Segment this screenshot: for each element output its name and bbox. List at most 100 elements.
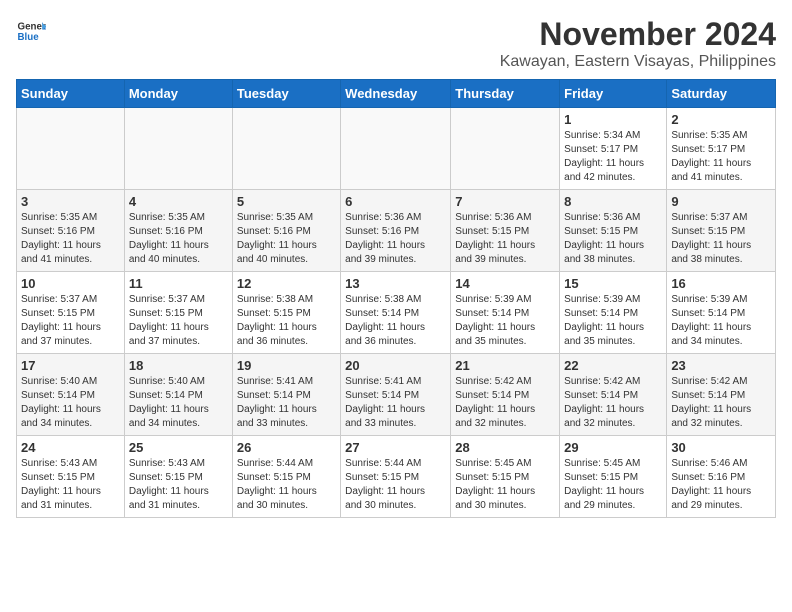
day-number: 17 bbox=[21, 358, 120, 373]
calendar-week-row: 3 Sunrise: 5:35 AM Sunset: 5:16 PM Daylig… bbox=[17, 190, 776, 272]
page-header: General Blue November 2024 Kawayan, East… bbox=[16, 16, 776, 71]
day-info: Sunrise: 5:37 AM Sunset: 5:15 PM Dayligh… bbox=[21, 293, 120, 349]
day-number: 5 bbox=[237, 194, 336, 209]
location-title: Kawayan, Eastern Visayas, Philippines bbox=[500, 53, 776, 71]
logo-icon: General Blue bbox=[16, 16, 46, 46]
calendar-table: SundayMondayTuesdayWednesdayThursdayFrid… bbox=[16, 79, 776, 518]
day-cell: 29 Sunrise: 5:45 AM Sunset: 5:15 PM Dayli… bbox=[560, 436, 667, 518]
day-info: Sunrise: 5:36 AM Sunset: 5:15 PM Dayligh… bbox=[455, 211, 555, 267]
column-header-saturday: Saturday bbox=[667, 80, 776, 108]
empty-cell bbox=[124, 108, 232, 190]
day-cell: 20Sunrise: 5:41 AM Sunset: 5:14 PM Dayli… bbox=[341, 354, 451, 436]
day-cell: 30Sunrise: 5:46 AM Sunset: 5:16 PM Dayli… bbox=[667, 436, 776, 518]
column-header-sunday: Sunday bbox=[17, 80, 125, 108]
day-cell: 10 Sunrise: 5:37 AM Sunset: 5:15 PM Dayli… bbox=[17, 272, 125, 354]
day-number: 21 bbox=[455, 358, 555, 373]
day-cell: 3 Sunrise: 5:35 AM Sunset: 5:16 PM Daylig… bbox=[17, 190, 125, 272]
day-number: 27 bbox=[345, 440, 446, 455]
day-info: Sunrise: 5:37 AM Sunset: 5:15 PM Dayligh… bbox=[129, 293, 228, 349]
day-cell: 28 Sunrise: 5:45 AM Sunset: 5:15 PM Dayli… bbox=[451, 436, 560, 518]
day-number: 12 bbox=[237, 276, 336, 291]
day-info: Sunrise: 5:35 AM Sunset: 5:16 PM Dayligh… bbox=[129, 211, 228, 267]
day-info: Sunrise: 5:37 AM Sunset: 5:15 PM Dayligh… bbox=[671, 211, 771, 267]
day-cell: 6 Sunrise: 5:36 AM Sunset: 5:16 PM Daylig… bbox=[341, 190, 451, 272]
day-info: Sunrise: 5:40 AM Sunset: 5:14 PM Dayligh… bbox=[21, 375, 120, 431]
day-number: 25 bbox=[129, 440, 228, 455]
day-number: 3 bbox=[21, 194, 120, 209]
day-info: Sunrise: 5:45 AM Sunset: 5:15 PM Dayligh… bbox=[455, 457, 555, 513]
day-info: Sunrise: 5:35 AM Sunset: 5:16 PM Dayligh… bbox=[21, 211, 120, 267]
day-info: Sunrise: 5:46 AM Sunset: 5:16 PM Dayligh… bbox=[671, 457, 771, 513]
day-number: 9 bbox=[671, 194, 771, 209]
day-cell: 15 Sunrise: 5:39 AM Sunset: 5:14 PM Dayli… bbox=[560, 272, 667, 354]
day-info: Sunrise: 5:39 AM Sunset: 5:14 PM Dayligh… bbox=[564, 293, 662, 349]
day-cell: 16 Sunrise: 5:39 AM Sunset: 5:14 PM Dayli… bbox=[667, 272, 776, 354]
day-number: 8 bbox=[564, 194, 662, 209]
calendar-week-row: 17 Sunrise: 5:40 AM Sunset: 5:14 PM Dayli… bbox=[17, 354, 776, 436]
day-info: Sunrise: 5:42 AM Sunset: 5:14 PM Dayligh… bbox=[671, 375, 771, 431]
calendar-week-row: 24 Sunrise: 5:43 AM Sunset: 5:15 PM Dayli… bbox=[17, 436, 776, 518]
day-cell: 25 Sunrise: 5:43 AM Sunset: 5:15 PM Dayli… bbox=[124, 436, 232, 518]
column-header-tuesday: Tuesday bbox=[232, 80, 340, 108]
day-cell: 7 Sunrise: 5:36 AM Sunset: 5:15 PM Daylig… bbox=[451, 190, 560, 272]
day-info: Sunrise: 5:35 AM Sunset: 5:16 PM Dayligh… bbox=[237, 211, 336, 267]
day-number: 28 bbox=[455, 440, 555, 455]
day-cell: 23 Sunrise: 5:42 AM Sunset: 5:14 PM Dayli… bbox=[667, 354, 776, 436]
day-cell: 4 Sunrise: 5:35 AM Sunset: 5:16 PM Daylig… bbox=[124, 190, 232, 272]
column-header-thursday: Thursday bbox=[451, 80, 560, 108]
day-cell: 12 Sunrise: 5:38 AM Sunset: 5:15 PM Dayli… bbox=[232, 272, 340, 354]
day-cell: 9 Sunrise: 5:37 AM Sunset: 5:15 PM Daylig… bbox=[667, 190, 776, 272]
logo: General Blue bbox=[16, 16, 46, 46]
day-info: Sunrise: 5:44 AM Sunset: 5:15 PM Dayligh… bbox=[237, 457, 336, 513]
day-cell: 27Sunrise: 5:44 AM Sunset: 5:15 PM Dayli… bbox=[341, 436, 451, 518]
day-info: Sunrise: 5:39 AM Sunset: 5:14 PM Dayligh… bbox=[455, 293, 555, 349]
day-number: 29 bbox=[564, 440, 662, 455]
day-info: Sunrise: 5:38 AM Sunset: 5:15 PM Dayligh… bbox=[237, 293, 336, 349]
day-cell: 11Sunrise: 5:37 AM Sunset: 5:15 PM Dayli… bbox=[124, 272, 232, 354]
day-cell: 1Sunrise: 5:34 AM Sunset: 5:17 PM Daylig… bbox=[560, 108, 667, 190]
day-number: 7 bbox=[455, 194, 555, 209]
day-cell: 21 Sunrise: 5:42 AM Sunset: 5:14 PM Dayli… bbox=[451, 354, 560, 436]
empty-cell bbox=[451, 108, 560, 190]
svg-text:General: General bbox=[18, 22, 47, 33]
day-cell: 2 Sunrise: 5:35 AM Sunset: 5:17 PM Daylig… bbox=[667, 108, 776, 190]
day-number: 4 bbox=[129, 194, 228, 209]
day-info: Sunrise: 5:39 AM Sunset: 5:14 PM Dayligh… bbox=[671, 293, 771, 349]
day-number: 19 bbox=[237, 358, 336, 373]
day-number: 10 bbox=[21, 276, 120, 291]
day-cell: 13 Sunrise: 5:38 AM Sunset: 5:14 PM Dayli… bbox=[341, 272, 451, 354]
month-title: November 2024 bbox=[500, 16, 776, 53]
calendar-week-row: 1Sunrise: 5:34 AM Sunset: 5:17 PM Daylig… bbox=[17, 108, 776, 190]
day-cell: 18 Sunrise: 5:40 AM Sunset: 5:14 PM Dayli… bbox=[124, 354, 232, 436]
column-header-friday: Friday bbox=[560, 80, 667, 108]
day-number: 6 bbox=[345, 194, 446, 209]
day-number: 13 bbox=[345, 276, 446, 291]
day-info: Sunrise: 5:35 AM Sunset: 5:17 PM Dayligh… bbox=[671, 129, 771, 185]
calendar-week-row: 10 Sunrise: 5:37 AM Sunset: 5:15 PM Dayli… bbox=[17, 272, 776, 354]
day-number: 18 bbox=[129, 358, 228, 373]
day-info: Sunrise: 5:36 AM Sunset: 5:15 PM Dayligh… bbox=[564, 211, 662, 267]
day-info: Sunrise: 5:42 AM Sunset: 5:14 PM Dayligh… bbox=[564, 375, 662, 431]
day-info: Sunrise: 5:36 AM Sunset: 5:16 PM Dayligh… bbox=[345, 211, 446, 267]
day-info: Sunrise: 5:43 AM Sunset: 5:15 PM Dayligh… bbox=[21, 457, 120, 513]
day-info: Sunrise: 5:45 AM Sunset: 5:15 PM Dayligh… bbox=[564, 457, 662, 513]
day-number: 23 bbox=[671, 358, 771, 373]
day-cell: 17 Sunrise: 5:40 AM Sunset: 5:14 PM Dayli… bbox=[17, 354, 125, 436]
day-number: 1 bbox=[564, 112, 662, 127]
day-info: Sunrise: 5:42 AM Sunset: 5:14 PM Dayligh… bbox=[455, 375, 555, 431]
day-number: 15 bbox=[564, 276, 662, 291]
day-cell: 14Sunrise: 5:39 AM Sunset: 5:14 PM Dayli… bbox=[451, 272, 560, 354]
day-info: Sunrise: 5:40 AM Sunset: 5:14 PM Dayligh… bbox=[129, 375, 228, 431]
day-number: 2 bbox=[671, 112, 771, 127]
day-cell: 26Sunrise: 5:44 AM Sunset: 5:15 PM Dayli… bbox=[232, 436, 340, 518]
calendar-header-row: SundayMondayTuesdayWednesdayThursdayFrid… bbox=[17, 80, 776, 108]
day-info: Sunrise: 5:38 AM Sunset: 5:14 PM Dayligh… bbox=[345, 293, 446, 349]
day-number: 22 bbox=[564, 358, 662, 373]
day-info: Sunrise: 5:41 AM Sunset: 5:14 PM Dayligh… bbox=[345, 375, 446, 431]
day-number: 24 bbox=[21, 440, 120, 455]
day-number: 16 bbox=[671, 276, 771, 291]
day-info: Sunrise: 5:43 AM Sunset: 5:15 PM Dayligh… bbox=[129, 457, 228, 513]
day-cell: 19Sunrise: 5:41 AM Sunset: 5:14 PM Dayli… bbox=[232, 354, 340, 436]
title-section: November 2024 Kawayan, Eastern Visayas, … bbox=[500, 16, 776, 71]
column-header-monday: Monday bbox=[124, 80, 232, 108]
